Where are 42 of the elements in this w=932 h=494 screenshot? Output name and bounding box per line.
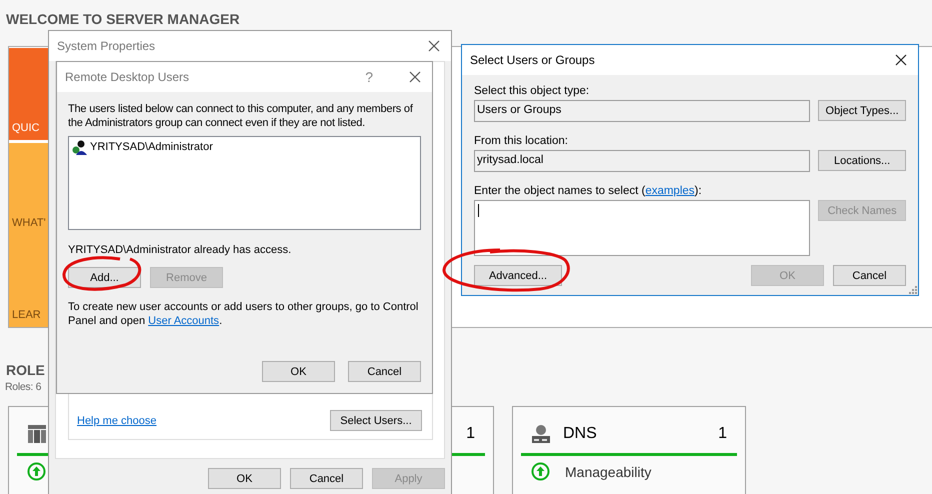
- role-name: DNS: [563, 425, 597, 443]
- role-tile[interactable]: DNS 1 Manageability: [512, 406, 746, 494]
- close-icon[interactable]: [409, 71, 421, 83]
- roles-count: Roles: 6: [5, 381, 42, 393]
- role-count: 1: [466, 425, 475, 443]
- role-count: 1: [718, 425, 727, 443]
- examples-link[interactable]: examples: [645, 185, 695, 197]
- dialog-button[interactable]: Cancel: [348, 361, 421, 382]
- resize-grip-icon[interactable]: [908, 285, 917, 294]
- window-title: Remote Desktop Users: [65, 70, 190, 84]
- help-link[interactable]: Help me choose: [77, 414, 156, 426]
- field-label: Select this object type:: [474, 85, 590, 97]
- server-globe-icon: [531, 424, 551, 444]
- dialog-button[interactable]: Cancel: [833, 265, 906, 286]
- select-users-button[interactable]: Select Users...: [330, 410, 422, 431]
- page-title: WELCOME TO SERVER MANAGER: [6, 11, 240, 27]
- note-text: To create new user accounts or add users to other groups, go to Control Panel and open User Accounts.: [68, 300, 420, 328]
- server-stack-icon: [27, 424, 47, 444]
- readonly-field: Users or Groups: [474, 100, 810, 122]
- help-button[interactable]: ?: [365, 69, 373, 85]
- status-label: Manageability: [565, 464, 652, 480]
- field-button[interactable]: Locations...: [818, 150, 906, 171]
- list-button[interactable]: Add...: [68, 267, 141, 288]
- dialog-button[interactable]: Cancel: [290, 468, 363, 489]
- roles-heading: ROLE: [6, 362, 45, 378]
- user-name[interactable]: YRITYSAD\Administrator: [90, 141, 213, 153]
- window-title: Select Users or Groups: [470, 53, 596, 67]
- dialog-button[interactable]: OK: [208, 468, 281, 489]
- description-text: The users listed below can connect to this computer, and any members of the Administrators group can connect even if they are not listed.: [68, 102, 414, 130]
- advanced-button[interactable]: Advanced...: [474, 265, 562, 286]
- close-icon[interactable]: [895, 54, 907, 66]
- window-title: System Properties: [57, 39, 156, 53]
- status-text: YRITYSAD\Administrator already has access.: [68, 244, 292, 256]
- field-label: Enter the object names to select (examples):: [474, 185, 703, 197]
- user-accounts-link[interactable]: User Accounts: [148, 315, 220, 327]
- user-icon: [72, 139, 88, 155]
- field-button[interactable]: Object Types...: [818, 100, 906, 121]
- dialog-button[interactable]: OK: [262, 361, 335, 382]
- readonly-field: yritysad.local: [474, 150, 810, 172]
- input-field[interactable]: [474, 200, 810, 256]
- field-label: From this location:: [474, 135, 569, 147]
- close-icon[interactable]: [428, 40, 440, 52]
